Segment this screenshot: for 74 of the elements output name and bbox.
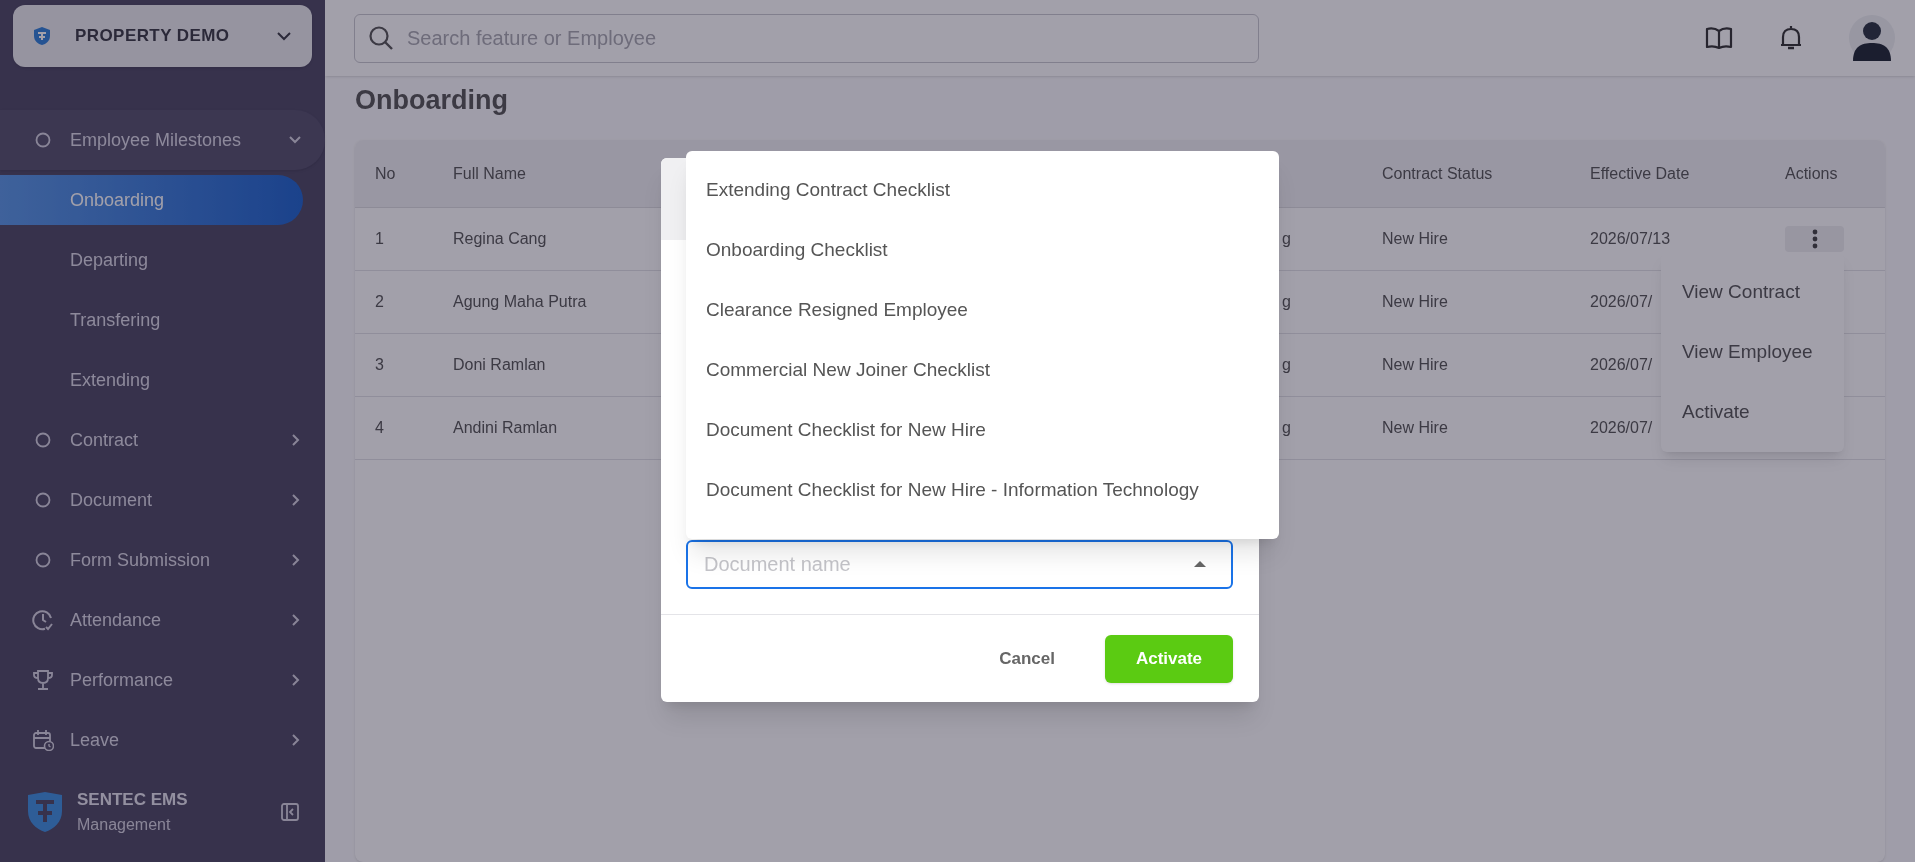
sidebar-item[interactable]: Contract	[0, 410, 325, 470]
dropdown-option[interactable]: Extending Contract Checklist	[686, 160, 1279, 220]
table-cell: g	[1282, 293, 1291, 310]
sidebar-item[interactable]: Performance	[0, 650, 325, 710]
caret-up-icon	[1193, 560, 1207, 568]
workspace-name: PROPERTY DEMO	[75, 25, 231, 48]
dropdown-option[interactable]: Document Checklist for New Hire - Information Technology	[686, 460, 1279, 520]
dropdown-option[interactable]: Document Checklist for New Hire	[686, 400, 1279, 460]
workspace-selector[interactable]: PROPERTY DEMO	[13, 5, 312, 67]
table-cell: 3	[375, 356, 384, 373]
cancel-button[interactable]: Cancel	[989, 635, 1065, 683]
sidebar-label: Document	[70, 488, 154, 512]
dropdown-option[interactable]: Onboarding Checklist	[686, 220, 1279, 280]
kebab-icon	[1811, 229, 1818, 249]
more-actions-button[interactable]	[1785, 226, 1844, 252]
bell-icon[interactable]	[1779, 24, 1803, 52]
column-header: Full Name	[453, 164, 526, 182]
brand-subtitle: Management	[77, 814, 172, 835]
table-cell: Andini Ramlan	[453, 419, 558, 436]
collapse-sidebar-icon[interactable]	[280, 802, 300, 822]
calendar-icon	[32, 729, 54, 751]
menu-item[interactable]: View Employee	[1661, 322, 1844, 382]
table-cell: New Hire	[1382, 356, 1448, 373]
document-name-select[interactable]: Document name	[686, 540, 1233, 589]
sidebar-item[interactable]: Form Submission	[0, 530, 325, 590]
table-cell: Regina Cang	[453, 230, 547, 247]
sidebar-label: Attendance	[70, 608, 163, 632]
shield-icon	[33, 26, 51, 46]
sidebar-subitem[interactable]: Onboarding	[0, 175, 303, 225]
table-cell: 2026/07/	[1590, 356, 1653, 373]
sidebar-item[interactable]: Employee Milestones	[0, 110, 325, 170]
table-cell: 2026/07/	[1590, 419, 1653, 436]
table-cell: New Hire	[1382, 419, 1448, 436]
sidebar-item[interactable]: Attendance	[0, 590, 325, 650]
sidebar-subitem[interactable]: Extending	[0, 355, 303, 405]
sidebar-label: Contract	[70, 428, 140, 452]
table-cell: New Hire	[1382, 230, 1448, 247]
sidebar-item[interactable]: Document	[0, 470, 325, 530]
avatar[interactable]	[1849, 15, 1895, 61]
brand-name: SENTEC EMS	[77, 789, 189, 812]
menu-item[interactable]: View Contract	[1661, 262, 1844, 322]
sidebar-label: Form Submission	[70, 548, 212, 572]
table-cell: 4	[375, 419, 384, 436]
table-cell: g	[1282, 356, 1291, 373]
sidebar-label: Employee Milestones	[70, 128, 243, 152]
activate-button[interactable]: Activate	[1105, 635, 1233, 683]
sidebar-subitem[interactable]: Departing	[0, 235, 303, 285]
trophy-icon	[32, 669, 54, 691]
table-cell: 2026/07/13	[1590, 230, 1671, 247]
table-cell: 1	[375, 230, 384, 247]
sidebar-subitem[interactable]: Transfering	[0, 295, 303, 345]
shield-logo-icon	[25, 791, 65, 833]
page-title: Onboarding	[355, 83, 508, 117]
clock-icon	[32, 609, 54, 631]
menu-item[interactable]: Activate	[1661, 382, 1844, 442]
column-header: No	[375, 164, 396, 182]
table-cell: Doni Ramlan	[453, 356, 546, 373]
dropdown-option[interactable]: Clearance Resigned Employee	[686, 280, 1279, 340]
table-cell: New Hire	[1382, 293, 1448, 310]
book-icon[interactable]	[1705, 26, 1733, 50]
sidebar-label: Leave	[70, 728, 121, 752]
chevron-down-icon	[276, 31, 292, 41]
table-cell: 2026/07/	[1590, 293, 1653, 310]
column-header: Effective Date	[1590, 164, 1690, 182]
column-header: Actions	[1785, 164, 1838, 182]
table-cell: g	[1282, 230, 1291, 247]
table-cell: Agung Maha Putra	[453, 293, 587, 310]
sidebar-label: Performance	[70, 668, 175, 692]
column-header: Contract Status	[1382, 164, 1493, 182]
dropdown-option[interactable]: Commercial New Joiner Checklist	[686, 340, 1279, 400]
search-icon	[368, 24, 394, 51]
sidebar-item[interactable]: Leave	[0, 710, 325, 770]
table-cell: 2	[375, 293, 384, 310]
table-cell: g	[1282, 419, 1291, 436]
